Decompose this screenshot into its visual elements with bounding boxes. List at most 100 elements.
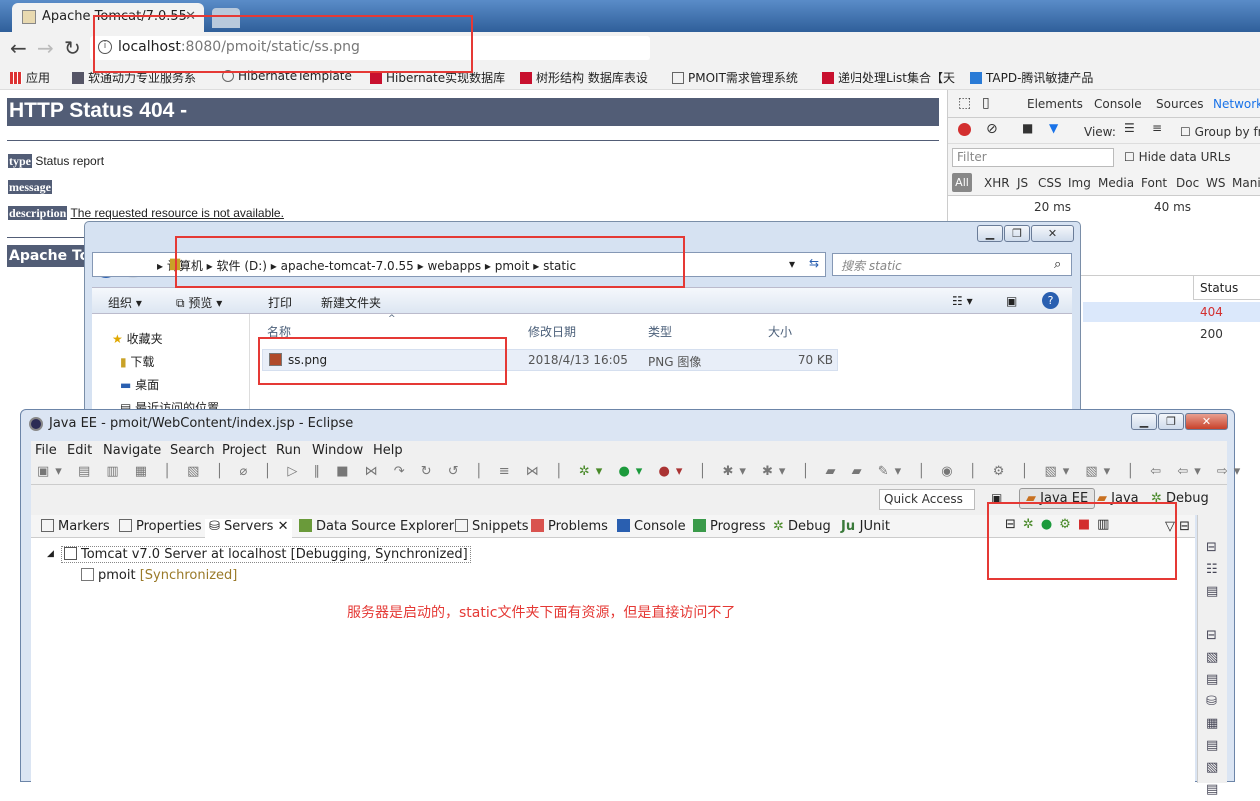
col-date[interactable]: 修改日期: [528, 323, 576, 340]
server-row[interactable]: Tomcat v7.0 Server at localhost [Debuggi…: [61, 546, 471, 563]
message-label: message: [8, 180, 52, 194]
tab-elements[interactable]: Elements: [1027, 97, 1083, 111]
tab-properties[interactable]: Properties: [119, 519, 202, 534]
inspect-icon[interactable]: ⬚: [958, 95, 971, 111]
nav-desktop[interactable]: ▬ 桌面: [120, 376, 159, 393]
menu-project[interactable]: Project: [222, 443, 266, 458]
window-controls: ▁ ❐ ✕: [1130, 413, 1228, 430]
new-folder-button[interactable]: 新建文件夹: [321, 294, 381, 311]
star-icon: ★: [112, 332, 127, 346]
col-type[interactable]: 类型: [648, 323, 672, 340]
back-arrow-icon[interactable]: ←: [10, 36, 27, 60]
type-filter-row: All XHR JS CSS Img Media Font Doc WS Man…: [948, 170, 1260, 196]
filter-css[interactable]: CSS: [1038, 176, 1062, 190]
preview-pane-icon[interactable]: ▣: [1006, 294, 1017, 308]
view-label: View:: [1084, 125, 1116, 139]
group-checkbox-label[interactable]: ☐ Group by fr: [1180, 125, 1260, 139]
filter-xhr[interactable]: XHR: [984, 176, 1010, 190]
module-name: pmoit: [98, 568, 136, 583]
menu-run[interactable]: Run: [276, 443, 301, 458]
minimize-button[interactable]: ▁: [977, 225, 1003, 242]
refresh-icon[interactable]: ⇆: [809, 256, 819, 270]
tab-markers[interactable]: Markers: [41, 519, 110, 534]
filter-icon[interactable]: ▼: [1049, 121, 1058, 135]
tab-sources[interactable]: Sources: [1156, 97, 1203, 111]
list-view-icon[interactable]: ☰: [1124, 121, 1135, 135]
hide-data-urls-checkbox[interactable]: ☐ Hide data URLs: [1124, 150, 1231, 164]
camera-icon[interactable]: ■: [1022, 121, 1033, 135]
psa-icon: [72, 72, 84, 84]
col-size[interactable]: 大小: [768, 323, 792, 340]
tab-snippets[interactable]: Snippets: [455, 519, 528, 534]
close-button[interactable]: ✕: [1031, 225, 1074, 242]
status-column-header[interactable]: Status: [1193, 276, 1260, 300]
waterfall-view-icon[interactable]: ≡: [1152, 121, 1162, 135]
description-value: The requested resource is not available.: [70, 206, 284, 220]
filter-img[interactable]: Img: [1068, 176, 1091, 190]
markers-icon: [41, 519, 54, 532]
menu-file[interactable]: File: [35, 443, 57, 458]
menu-window[interactable]: Window: [312, 443, 363, 458]
preview-icon: ⧉: [176, 296, 189, 310]
request-row-selected[interactable]: [1083, 302, 1260, 322]
device-toggle-icon[interactable]: ▯: [982, 95, 990, 111]
clear-icon[interactable]: ⊘: [986, 121, 998, 137]
bookmark-item[interactable]: TAPD-腾讯敏捷产品: [970, 69, 1093, 86]
filter-font[interactable]: Font: [1141, 176, 1167, 190]
print-button[interactable]: 打印: [268, 294, 292, 311]
tab-problems[interactable]: Problems: [531, 519, 608, 534]
tab-servers[interactable]: ⛁ Servers ✕: [205, 519, 293, 538]
forward-arrow-icon[interactable]: →: [37, 36, 54, 60]
status-200: 200: [1200, 327, 1223, 341]
help-icon[interactable]: ?: [1042, 292, 1059, 309]
side-toolbar-icons[interactable]: ⊟ ☷ ▤ ⊟ ▧ ▤ ⛁ ▦ ▤ ▧ ▤: [1206, 537, 1218, 801]
search-icon[interactable]: ⌕: [1054, 257, 1061, 272]
filter-all[interactable]: All: [952, 173, 972, 192]
properties-icon: [119, 519, 132, 532]
tab-debug[interactable]: ✲ Debug: [773, 519, 831, 534]
view-options-icon[interactable]: ☷ ▾: [952, 294, 973, 308]
organize-button[interactable]: 组织 ▾: [108, 294, 142, 311]
tab-progress[interactable]: Progress: [693, 519, 765, 534]
menu-search[interactable]: Search: [170, 443, 215, 458]
reload-icon[interactable]: ↻: [64, 36, 81, 60]
tab-junit[interactable]: Ju JUnit: [841, 519, 890, 534]
record-icon[interactable]: [958, 123, 971, 136]
tab-console[interactable]: Console: [617, 519, 686, 534]
tab-data-source-explorer[interactable]: Data Source Explorer: [299, 519, 454, 534]
menu-edit[interactable]: Edit: [67, 443, 92, 458]
file-size: 70 KB: [797, 353, 833, 367]
filter-media[interactable]: Media: [1098, 176, 1134, 190]
toolbar-icons[interactable]: ▣▾ ▤ ▥ ▦ │ ▧ │ ⌀ │ ▷ ∥ ■ ⋈ ↷ ↻ ↺ │ ≡ ⋈ │…: [37, 464, 1246, 479]
filter-doc[interactable]: Doc: [1176, 176, 1199, 190]
menu-navigate[interactable]: Navigate: [103, 443, 161, 458]
filter-manifest[interactable]: Mani: [1232, 176, 1260, 190]
devtools-tabbar: ⬚ ▯ Elements Console Sources Network: [948, 90, 1260, 118]
junit-icon: Ju: [841, 519, 860, 534]
filter-ws[interactable]: WS: [1206, 176, 1225, 190]
bookmark-item[interactable]: PMOIT需求管理系统: [672, 69, 798, 86]
maximize-button[interactable]: ❐: [1004, 225, 1030, 242]
file-date: 2018/4/13 16:05: [528, 353, 628, 367]
tab-console[interactable]: Console: [1094, 97, 1142, 111]
nav-favorites[interactable]: ★ 收藏夹: [112, 330, 163, 347]
menu-help[interactable]: Help: [373, 443, 403, 458]
close-button[interactable]: ✕: [1185, 413, 1228, 430]
explorer-search-input[interactable]: 搜索 static: [832, 253, 1072, 276]
bookmark-item[interactable]: 递归处理List集合【天: [822, 69, 955, 86]
bookmark-item[interactable]: 树形结构 数据库表设: [520, 69, 648, 86]
quick-access-input[interactable]: Quick Access: [879, 489, 975, 510]
expand-icon[interactable]: ◢: [47, 549, 54, 559]
address-dropdown-icon[interactable]: ▾: [789, 257, 795, 271]
minimize-button[interactable]: ▁: [1131, 413, 1157, 430]
bookmark-apps[interactable]: 应用: [10, 69, 50, 86]
filter-input[interactable]: Filter: [952, 148, 1114, 167]
module-row[interactable]: pmoit [Synchronized]: [81, 568, 237, 583]
file-type: PNG 图像: [648, 355, 702, 369]
maximize-button[interactable]: ❐: [1158, 413, 1184, 430]
preview-button[interactable]: ⧉ 预览 ▾: [176, 294, 222, 311]
nav-downloads[interactable]: ▮ 下载: [120, 353, 154, 370]
external-tools-icon: ●▾: [658, 464, 689, 479]
filter-js[interactable]: JS: [1017, 176, 1028, 190]
tab-network[interactable]: Network: [1213, 97, 1260, 111]
